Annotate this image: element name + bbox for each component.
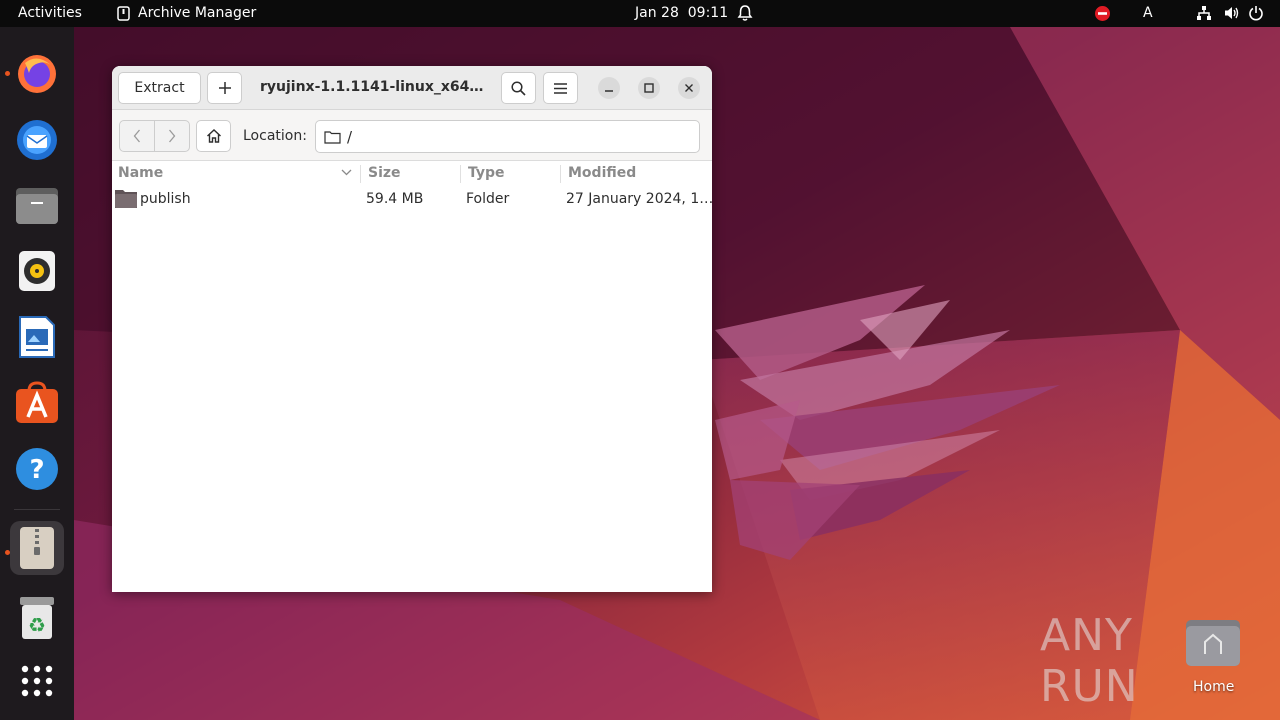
archive-manager-icon bbox=[20, 527, 54, 569]
dock-item-archive-manager[interactable] bbox=[10, 521, 64, 575]
files-icon bbox=[16, 188, 58, 224]
extract-button[interactable]: Extract bbox=[118, 72, 201, 104]
rhythmbox-icon bbox=[19, 251, 55, 291]
maximize-button[interactable] bbox=[638, 77, 660, 99]
dock-item-app-center[interactable] bbox=[10, 376, 64, 430]
dock-item-writer[interactable] bbox=[10, 310, 64, 364]
keyboard-layout-indicator[interactable]: A bbox=[1143, 5, 1153, 21]
volume-icon bbox=[1225, 7, 1239, 19]
power-icon bbox=[1249, 6, 1263, 21]
desktop-home-label: Home bbox=[1193, 679, 1235, 695]
file-modified: 27 January 2024, 1… bbox=[566, 191, 712, 207]
dock-item-help[interactable]: ? bbox=[10, 442, 64, 496]
chevron-right-icon bbox=[168, 129, 176, 143]
maximize-icon bbox=[644, 83, 654, 93]
svg-text:?: ? bbox=[29, 455, 44, 485]
dock-item-rhythmbox[interactable] bbox=[10, 244, 64, 298]
main-menu-button[interactable] bbox=[543, 72, 578, 104]
window-title: ryujinx-1.1.1141-linux_x64.tar.gz bbox=[260, 79, 486, 95]
column-type[interactable]: Type bbox=[468, 165, 505, 181]
archive-manager-window: Extract ryujinx-1.1.1141-linux_x64.tar.g… bbox=[112, 66, 712, 592]
top-bar: Activities Archive Manager Jan 28 09:11 … bbox=[0, 0, 1280, 27]
desktop-home-icon[interactable] bbox=[1185, 618, 1241, 668]
dock-item-trash[interactable]: ♻ bbox=[10, 591, 64, 645]
clock-date: Jan 28 bbox=[635, 5, 679, 21]
do-not-disturb-icon bbox=[1095, 6, 1110, 21]
hamburger-menu-icon bbox=[554, 82, 567, 94]
dock-item-thunderbird[interactable] bbox=[10, 112, 64, 166]
writer-icon bbox=[19, 316, 55, 358]
dock-separator bbox=[14, 509, 60, 510]
column-divider bbox=[460, 165, 461, 183]
dock-item-files[interactable] bbox=[10, 178, 64, 232]
trash-icon: ♻ bbox=[20, 597, 54, 639]
plus-icon bbox=[218, 82, 231, 94]
clock-time: 09:11 bbox=[687, 5, 729, 21]
app-menu-label: Archive Manager bbox=[138, 5, 257, 21]
column-name[interactable]: Name bbox=[118, 165, 163, 181]
app-menu[interactable]: Archive Manager bbox=[117, 5, 256, 21]
column-divider bbox=[560, 165, 561, 183]
chevron-left-icon bbox=[133, 129, 140, 143]
location-value: / bbox=[347, 127, 353, 146]
grid-icon bbox=[21, 665, 53, 697]
forward-button[interactable] bbox=[155, 121, 189, 151]
home-button[interactable] bbox=[196, 120, 231, 152]
home-folder-icon bbox=[1186, 620, 1240, 666]
minimize-button[interactable] bbox=[598, 77, 620, 99]
column-size[interactable]: Size bbox=[368, 165, 401, 181]
system-tray[interactable]: A bbox=[1080, 0, 1280, 27]
activities-button[interactable]: Activities bbox=[18, 5, 82, 21]
firefox-icon bbox=[18, 55, 56, 93]
close-button[interactable] bbox=[678, 77, 700, 99]
close-icon bbox=[685, 84, 693, 92]
column-header: Name Size Type Modified bbox=[112, 161, 712, 185]
file-name: publish bbox=[140, 191, 191, 207]
archive-manager-icon bbox=[117, 5, 130, 21]
header-bar: Extract ryujinx-1.1.1141-linux_x64.tar.g… bbox=[112, 66, 712, 110]
home-icon bbox=[206, 129, 221, 143]
column-modified[interactable]: Modified bbox=[568, 165, 636, 181]
location-label: Location: bbox=[243, 128, 307, 144]
search-icon bbox=[511, 80, 526, 96]
location-field[interactable]: / bbox=[315, 120, 700, 153]
help-icon: ? bbox=[16, 448, 58, 490]
notification-bell-icon[interactable] bbox=[737, 4, 753, 22]
back-button[interactable] bbox=[120, 121, 154, 151]
search-button[interactable] bbox=[501, 72, 536, 104]
dock-item-firefox[interactable] bbox=[10, 46, 64, 100]
history-nav bbox=[119, 120, 190, 152]
column-divider bbox=[360, 165, 361, 183]
file-type: Folder bbox=[466, 191, 510, 207]
location-toolbar: Location: / bbox=[112, 110, 712, 161]
file-row[interactable]: publish 59.4 MB Folder 27 January 2024, … bbox=[112, 185, 712, 213]
dock-item-show-apps[interactable] bbox=[10, 654, 64, 708]
app-center-icon bbox=[16, 381, 58, 423]
clock[interactable]: Jan 28 09:11 bbox=[635, 5, 728, 21]
thunderbird-icon bbox=[17, 120, 57, 160]
sort-chevron-down-icon[interactable] bbox=[341, 169, 352, 176]
svg-text:♻: ♻ bbox=[28, 613, 46, 637]
dock: ? ♻ bbox=[0, 27, 74, 720]
add-files-button[interactable] bbox=[207, 72, 242, 104]
network-icon bbox=[1197, 6, 1211, 20]
folder-icon bbox=[115, 190, 137, 208]
file-size: 59.4 MB bbox=[366, 191, 424, 207]
minimize-icon bbox=[605, 90, 613, 92]
folder-icon bbox=[324, 130, 341, 144]
